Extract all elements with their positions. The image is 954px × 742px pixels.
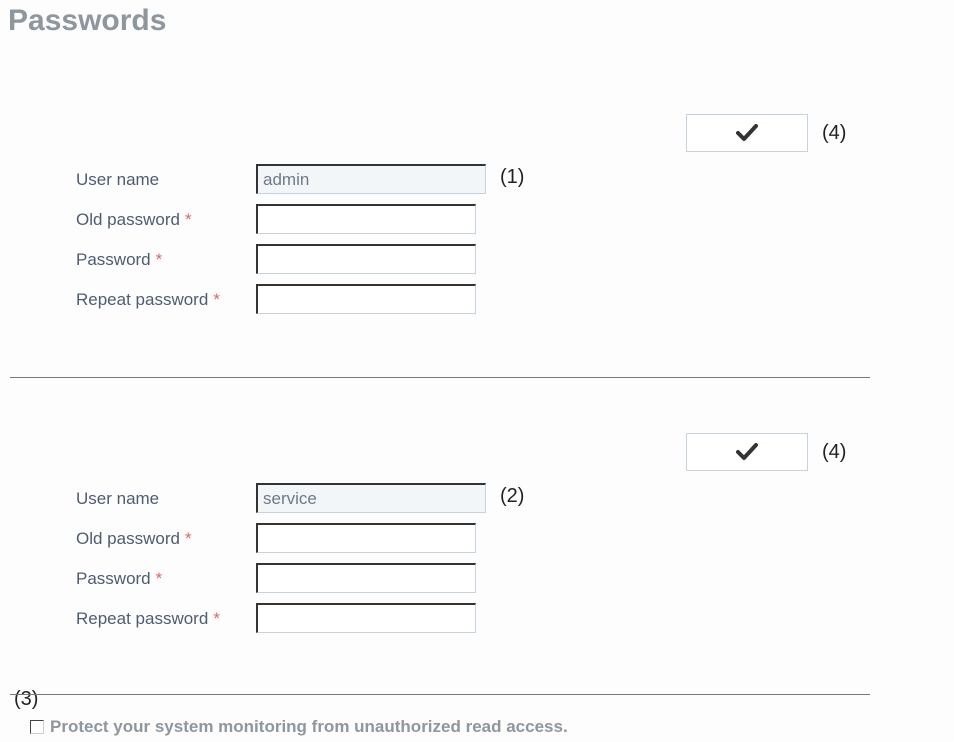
password-label: Password * [76,250,163,269]
protect-marker: (3) [14,688,39,710]
page-title: Passwords [8,4,167,37]
required-mark: * [155,250,163,269]
confirm-marker: (4) [822,441,847,463]
protect-label: Protect your system monitoring from unau… [50,717,568,736]
section-divider [10,377,870,378]
username-label: User name [76,170,160,189]
service-confirm-button[interactable] [686,433,808,471]
checkmark-icon [736,443,758,460]
username-marker: (2) [500,485,525,507]
username-marker: (1) [500,166,525,188]
password-field[interactable] [256,244,476,274]
required-mark: * [213,290,220,309]
admin-password-section: (4) User name (1) Old password* Password… [0,114,954,414]
username-field[interactable] [256,164,486,194]
section-divider [10,694,870,695]
required-mark: * [184,529,192,548]
required-mark: * [213,609,220,628]
protect-option: Protect your system monitoring from unau… [30,717,568,737]
old-password-label: Old password * [76,210,192,229]
password-field[interactable] [256,563,476,593]
repeat-password-label: Repeat password * [76,290,220,309]
confirm-marker: (4) [822,122,847,144]
repeat-password-field[interactable] [256,603,476,633]
repeat-password-label: Repeat password * [76,609,220,628]
service-password-section: (4) User name (2) Old password* Password… [0,433,954,733]
old-password-label: Old password * [76,529,192,548]
password-label: Password * [76,569,163,588]
repeat-password-field[interactable] [256,284,476,314]
protect-checkbox[interactable] [30,720,44,734]
required-mark: * [184,210,192,229]
required-mark: * [155,569,163,588]
admin-confirm-button[interactable] [686,114,808,152]
username-label: User name [76,489,160,508]
old-password-field[interactable] [256,204,476,234]
username-field[interactable] [256,483,486,513]
old-password-field[interactable] [256,523,476,553]
checkmark-icon [736,124,758,141]
